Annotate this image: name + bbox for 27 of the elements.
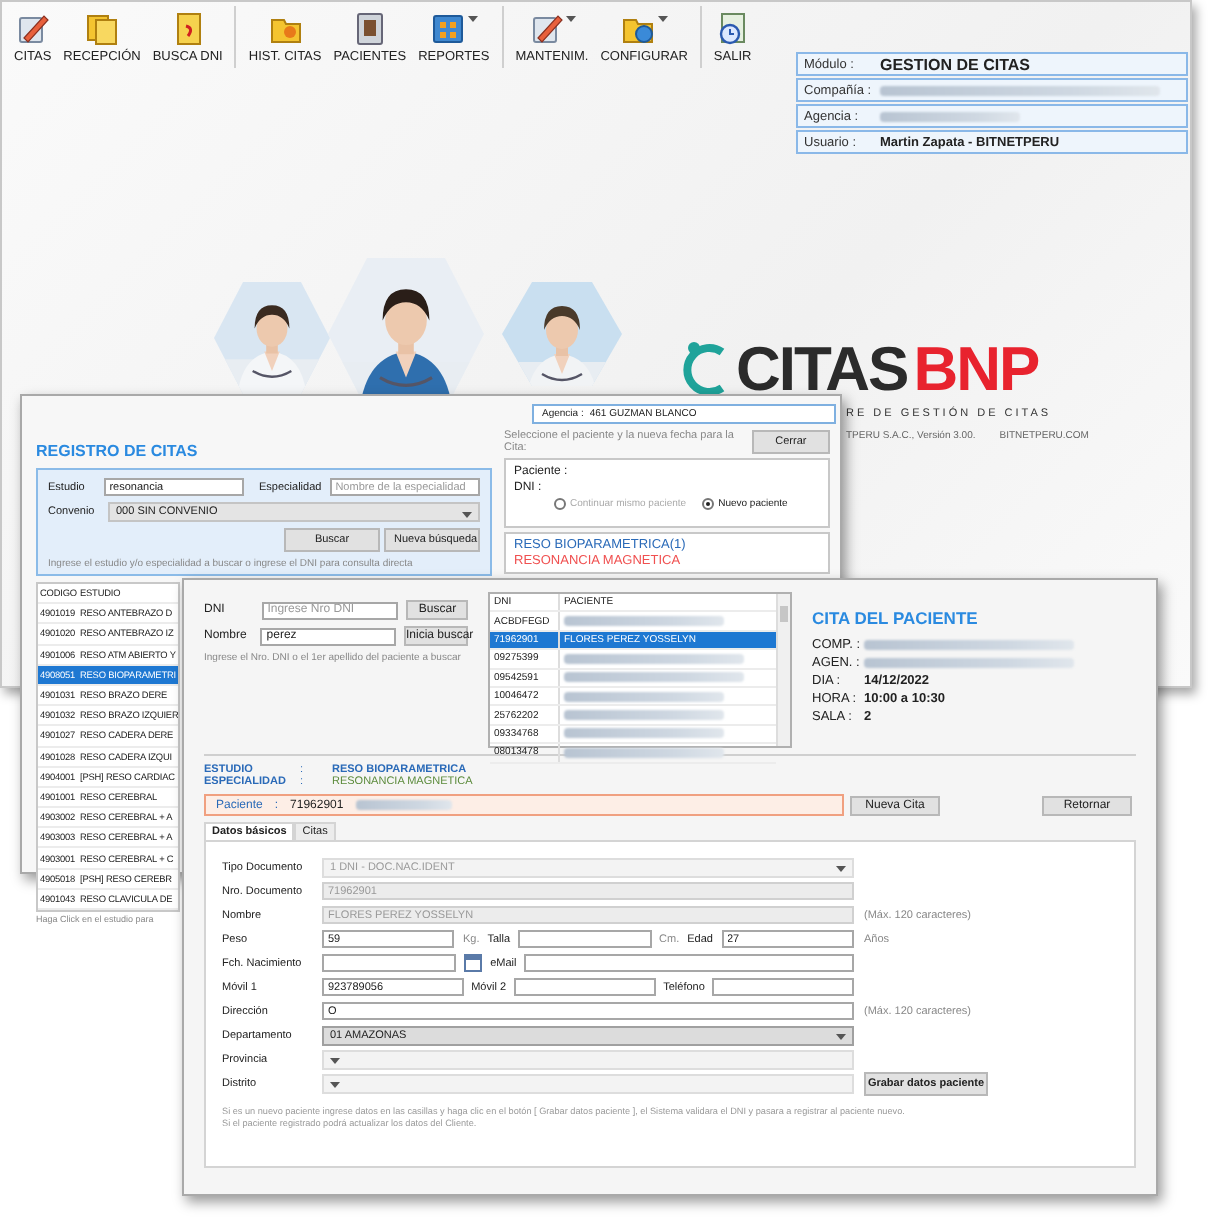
grid-icon bbox=[429, 10, 466, 46]
logo-icon bbox=[678, 340, 730, 400]
caret-icon bbox=[836, 866, 846, 874]
id-card-icon bbox=[351, 10, 388, 46]
caret-icon bbox=[330, 1082, 340, 1090]
text-field[interactable] bbox=[524, 954, 854, 972]
calendar-icon[interactable] bbox=[464, 954, 483, 972]
text-field[interactable] bbox=[712, 978, 854, 996]
text-field[interactable] bbox=[322, 954, 457, 972]
text-field[interactable] bbox=[518, 930, 652, 948]
caret-icon bbox=[658, 16, 669, 24]
caret-icon bbox=[565, 16, 576, 24]
logo-wordmark: CITAS bbox=[736, 334, 908, 406]
clock-icon bbox=[714, 10, 751, 46]
info-value: GESTION DE CITAS bbox=[880, 55, 1030, 73]
folders-icon bbox=[84, 10, 120, 46]
dialog-title: REGISTRO DE CITAS bbox=[36, 442, 200, 460]
pencil-icon bbox=[527, 10, 564, 46]
caret-icon bbox=[836, 1034, 846, 1042]
scrollbar[interactable] bbox=[776, 594, 790, 746]
pencil-icon bbox=[14, 10, 51, 46]
caret-icon bbox=[467, 16, 478, 24]
text-field[interactable] bbox=[514, 978, 656, 996]
caret-icon bbox=[462, 511, 472, 519]
logo-wordmark: BNP bbox=[913, 334, 1039, 406]
caret-icon bbox=[330, 1058, 340, 1066]
section-title: CITA DEL PACIENTE bbox=[812, 608, 980, 628]
